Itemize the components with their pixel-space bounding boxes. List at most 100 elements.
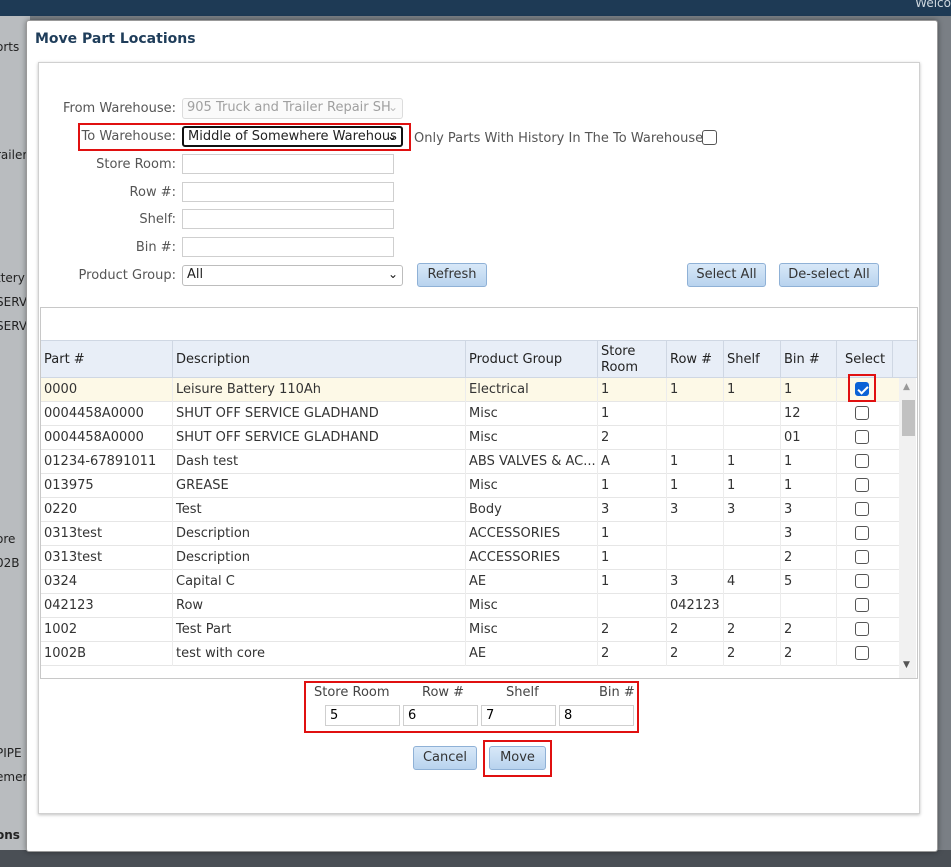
header-product-group[interactable]: Product Group <box>466 341 598 378</box>
cell-part: 013975 <box>41 474 173 498</box>
table-row[interactable]: 013975 GREASE Misc 1 1 1 1 <box>41 474 899 498</box>
grid-scrollbar[interactable]: ▲ ▼ <box>899 378 916 678</box>
scroll-up-icon[interactable]: ▲ <box>903 382 910 392</box>
store-room-input[interactable] <box>182 154 394 174</box>
cell-store-room: 3 <box>598 498 667 522</box>
table-row[interactable]: 1002 Test Part Misc 2 2 2 2 <box>41 618 899 642</box>
table-row[interactable]: 1002B test with core AE 2 2 2 2 <box>41 642 899 666</box>
cell-shelf <box>724 594 781 618</box>
row-select-checkbox[interactable] <box>855 502 869 516</box>
cell-part: 0004458A0000 <box>41 402 173 426</box>
cell-description: Capital C <box>173 570 466 594</box>
scroll-down-icon[interactable]: ▼ <box>903 660 910 670</box>
cell-shelf: 1 <box>724 474 781 498</box>
product-group-select[interactable]: All ⌄ <box>182 265 403 286</box>
table-row[interactable]: 0313test Description ACCESSORIES 1 3 <box>41 522 899 546</box>
shelf-input[interactable] <box>182 209 394 229</box>
bin-input[interactable] <box>182 237 394 257</box>
cell-product-group: Misc <box>466 474 598 498</box>
cell-bin: 1 <box>781 474 837 498</box>
bg-fragment: ore <box>0 532 16 546</box>
cell-bin: 12 <box>781 402 837 426</box>
select-checkbox-highlight <box>848 374 876 402</box>
cell-part: 0313test <box>41 546 173 570</box>
cell-store-room: 1 <box>598 402 667 426</box>
cell-bin: 01 <box>781 426 837 450</box>
cell-select <box>837 450 893 474</box>
move-part-locations-dialog: Move Part Locations From Warehouse: 905 … <box>26 20 938 852</box>
product-group-label: Product Group: <box>78 268 176 283</box>
parts-grid: Part # Description Product Group Store R… <box>40 307 918 679</box>
cell-description: Test <box>173 498 466 522</box>
row-select-checkbox[interactable] <box>855 478 869 492</box>
shelf-label: Shelf: <box>139 212 176 227</box>
table-row[interactable]: 0004458A0000 SHUT OFF SERVICE GLADHAND Mis… <box>41 426 899 450</box>
bg-fragment: 02B <box>0 556 20 570</box>
table-row[interactable]: 042123 Row Misc 042123 <box>41 594 899 618</box>
cell-part: 01234-67891011 <box>41 450 173 474</box>
header-row[interactable]: Row # <box>667 341 724 378</box>
cell-select <box>837 426 893 450</box>
target-row-input[interactable] <box>403 705 478 726</box>
cell-shelf <box>724 426 781 450</box>
cell-store-room: 2 <box>598 618 667 642</box>
cell-description: Description <box>173 546 466 570</box>
table-row[interactable]: 0004458A0000 SHUT OFF SERVICE GLADHAND Mis… <box>41 402 899 426</box>
cell-product-group: Body <box>466 498 598 522</box>
row-select-checkbox[interactable] <box>855 598 869 612</box>
cell-product-group: Electrical <box>466 378 598 402</box>
table-row[interactable]: 0313test Description ACCESSORIES 1 2 <box>41 546 899 570</box>
cell-product-group: Misc <box>466 618 598 642</box>
header-bin[interactable]: Bin # <box>781 341 837 378</box>
bg-fragment: ttery <box>0 271 25 285</box>
header-shelf[interactable]: Shelf <box>724 341 781 378</box>
bg-fragment: railer <box>0 148 28 162</box>
cell-description: Description <box>173 522 466 546</box>
target-bin-input[interactable] <box>559 705 634 726</box>
cell-select <box>837 474 893 498</box>
target-bin-label: Bin # <box>599 685 635 700</box>
row-select-checkbox[interactable] <box>855 574 869 588</box>
move-button[interactable]: Move <box>489 746 546 770</box>
row-input[interactable] <box>182 182 394 202</box>
header-part[interactable]: Part # <box>41 341 173 378</box>
header-store-room[interactable]: Store Room <box>598 341 667 378</box>
cell-description: GREASE <box>173 474 466 498</box>
chevron-down-icon: ⌄ <box>387 267 398 281</box>
bg-fragment: PIPE <box>0 746 22 760</box>
to-warehouse-select[interactable]: Middle of Somewhere Warehous ⌄ <box>182 126 403 147</box>
row-select-checkbox[interactable] <box>855 646 869 660</box>
cell-row: 1 <box>667 378 724 402</box>
cell-shelf: 2 <box>724 618 781 642</box>
row-select-checkbox[interactable] <box>855 406 869 420</box>
only-history-checkbox[interactable] <box>702 130 717 145</box>
row-select-checkbox[interactable] <box>855 454 869 468</box>
cell-shelf: 4 <box>724 570 781 594</box>
cell-part: 0000 <box>41 378 173 402</box>
select-all-button[interactable]: Select All <box>687 263 766 287</box>
deselect-all-button[interactable]: De-select All <box>779 263 879 287</box>
table-row[interactable]: 0000 Leisure Battery 110Ah Electrical 1 1 1 1 <box>41 378 899 402</box>
target-store-room-input[interactable] <box>325 705 400 726</box>
row-select-checkbox[interactable] <box>855 622 869 636</box>
cell-bin: 3 <box>781 498 837 522</box>
table-row[interactable]: 0220 Test Body 3 3 3 3 <box>41 498 899 522</box>
table-row[interactable]: 0324 Capital C AE 1 3 4 5 <box>41 570 899 594</box>
dialog-panel: From Warehouse: 905 Truck and Trailer Re… <box>38 62 920 814</box>
refresh-button[interactable]: Refresh <box>417 263 487 287</box>
target-shelf-input[interactable] <box>481 705 556 726</box>
to-warehouse-value: Middle of Somewhere Warehous <box>188 129 397 144</box>
table-row[interactable]: 01234-67891011 Dash test ABS VALVES & AC..… <box>41 450 899 474</box>
cell-bin: 2 <box>781 546 837 570</box>
cell-bin: 1 <box>781 378 837 402</box>
row-select-checkbox[interactable] <box>855 430 869 444</box>
cell-row: 1 <box>667 450 724 474</box>
row-select-checkbox[interactable] <box>855 526 869 540</box>
only-history-label: Only Parts With History In The To Wareho… <box>414 131 708 146</box>
row-select-checkbox[interactable] <box>855 550 869 564</box>
scrollbar-thumb[interactable] <box>902 400 915 436</box>
header-description[interactable]: Description <box>173 341 466 378</box>
cancel-button[interactable]: Cancel <box>413 746 477 770</box>
cell-description: test with core <box>173 642 466 666</box>
cell-row: 3 <box>667 570 724 594</box>
